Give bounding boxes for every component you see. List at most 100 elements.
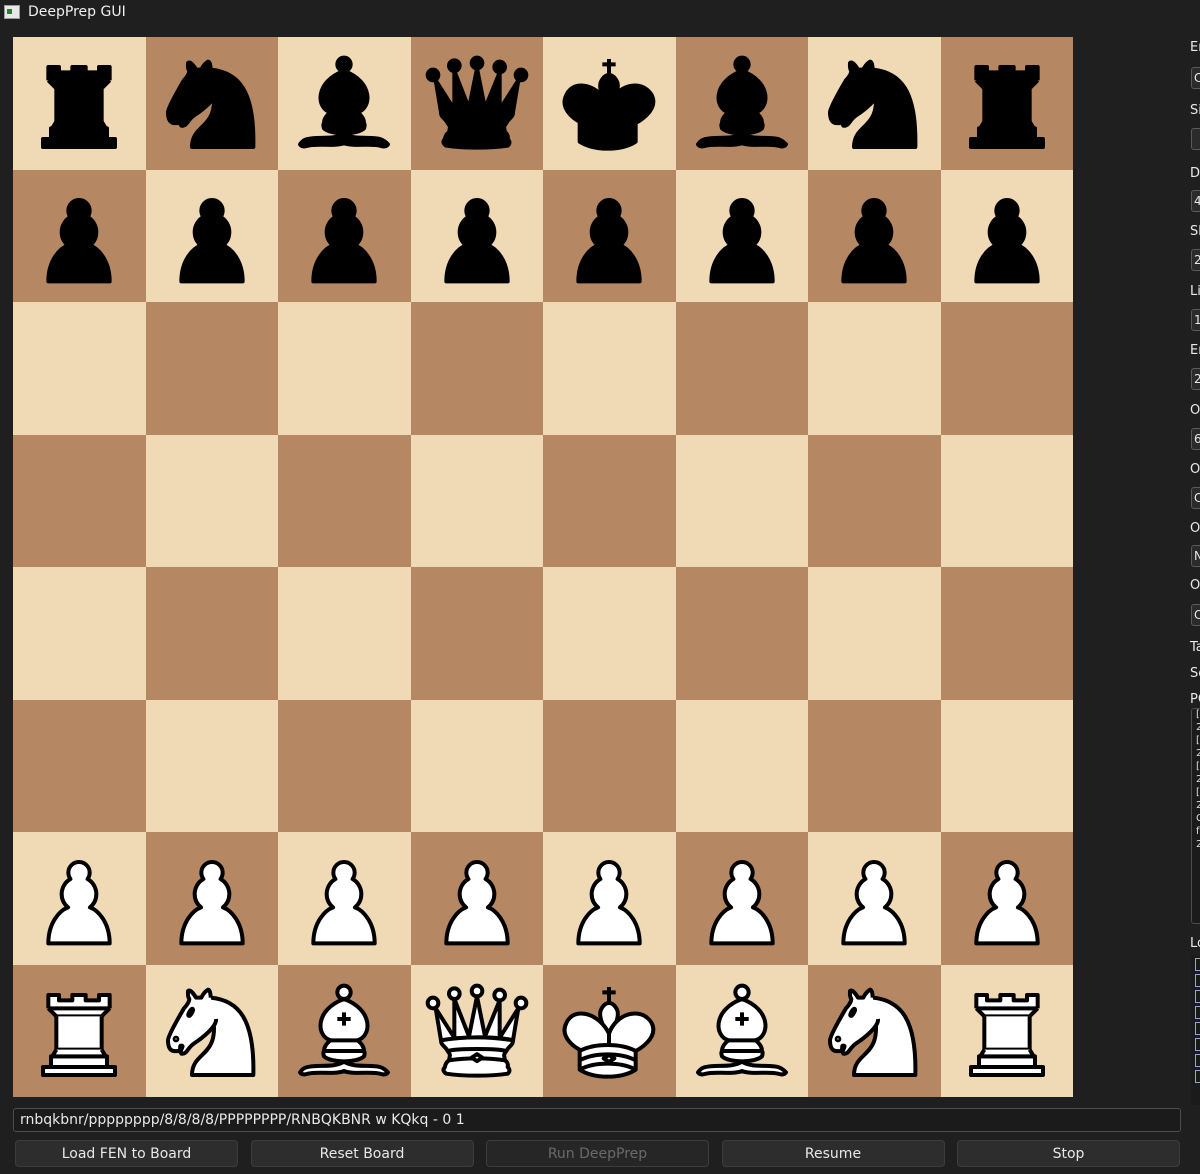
side-setting-field[interactable]: 2	[1191, 368, 1200, 390]
square-b2[interactable]: .d{}	[145, 832, 278, 965]
square-c4[interactable]	[278, 567, 411, 700]
square-b6[interactable]	[145, 302, 278, 435]
square-g7[interactable]: .d{}	[808, 169, 941, 302]
square-a4[interactable]	[13, 567, 146, 700]
square-g3[interactable]	[808, 699, 941, 832]
square-e5[interactable]	[543, 434, 676, 567]
fen-input[interactable]	[13, 1108, 1181, 1132]
square-c6[interactable]	[278, 302, 411, 435]
square-g4[interactable]	[808, 567, 941, 700]
white-rook-icon[interactable]: .d{}	[947, 971, 1067, 1091]
square-h2[interactable]: .d{}	[940, 832, 1073, 965]
square-f6[interactable]	[675, 302, 808, 435]
black-pawn-icon[interactable]: .d{}	[549, 176, 669, 296]
square-h4[interactable]	[940, 567, 1073, 700]
black-knight-icon[interactable]: .d{}	[152, 43, 272, 163]
square-a1[interactable]: .d{}	[13, 964, 146, 1097]
black-pawn-icon[interactable]: .d{}	[947, 176, 1067, 296]
square-c3[interactable]	[278, 699, 411, 832]
side-setting-field[interactable]: N	[1191, 545, 1200, 567]
square-a6[interactable]	[13, 302, 146, 435]
side-setting-field[interactable]: C	[1191, 604, 1200, 626]
square-c8[interactable]: .d{}	[278, 37, 411, 170]
square-g6[interactable]	[808, 302, 941, 435]
square-h7[interactable]: .d{}	[940, 169, 1073, 302]
square-d8[interactable]: .d{}	[410, 37, 543, 170]
side-setting-field[interactable]: 2	[1191, 249, 1200, 271]
square-c1[interactable]: .d{}	[278, 964, 411, 1097]
white-knight-icon[interactable]: .d{}	[152, 971, 272, 1091]
square-b3[interactable]	[145, 699, 278, 832]
square-f8[interactable]: .d{}	[675, 37, 808, 170]
black-bishop-icon[interactable]: .d{}	[284, 43, 404, 163]
square-d3[interactable]	[410, 699, 543, 832]
black-queen-icon[interactable]: .d{}	[417, 43, 537, 163]
square-a2[interactable]: .d{}	[13, 832, 146, 965]
black-pawn-icon[interactable]: .d{}	[152, 176, 272, 296]
square-e4[interactable]	[543, 567, 676, 700]
square-b5[interactable]	[145, 434, 278, 567]
white-bishop-icon[interactable]: .d{}	[284, 971, 404, 1091]
white-pawn-icon[interactable]: .d{}	[947, 838, 1067, 958]
white-pawn-icon[interactable]: .d{}	[284, 838, 404, 958]
square-e6[interactable]	[543, 302, 676, 435]
black-pawn-icon[interactable]: .d{}	[814, 176, 934, 296]
square-c2[interactable]: .d{}	[278, 832, 411, 965]
square-b8[interactable]: .d{}	[145, 37, 278, 170]
chess-board[interactable]: .d{}.d{}.d{}.d{}.d{}.d{}.d{}.d{}.d{}.d{}…	[13, 37, 1073, 1097]
square-f5[interactable]	[675, 434, 808, 567]
black-rook-icon[interactable]: .d{}	[947, 43, 1067, 163]
load-fen-button[interactable]: Load FEN to Board	[15, 1140, 238, 1167]
log-area[interactable]	[1191, 955, 1200, 1105]
black-rook-icon[interactable]: .d{}	[19, 43, 139, 163]
square-h3[interactable]	[940, 699, 1073, 832]
square-h1[interactable]: .d{}	[940, 964, 1073, 1097]
square-c5[interactable]	[278, 434, 411, 567]
reset-board-button[interactable]: Reset Board	[250, 1140, 474, 1167]
white-knight-icon[interactable]: .d{}	[814, 971, 934, 1091]
pgn-text-area[interactable]: [2[2[2[2Cf2	[1191, 708, 1200, 924]
square-e8[interactable]: .d{}	[543, 37, 676, 170]
white-pawn-icon[interactable]: .d{}	[152, 838, 272, 958]
white-pawn-icon[interactable]: .d{}	[19, 838, 139, 958]
square-h8[interactable]: .d{}	[940, 37, 1073, 170]
stop-button[interactable]: Stop	[957, 1140, 1180, 1167]
white-king-icon[interactable]: .d{}	[549, 971, 669, 1091]
white-pawn-icon[interactable]: .d{}	[417, 838, 537, 958]
black-king-icon[interactable]: .d{}	[549, 43, 669, 163]
white-pawn-icon[interactable]: .d{}	[682, 838, 802, 958]
square-b4[interactable]	[145, 567, 278, 700]
square-d1[interactable]: .d{}	[410, 964, 543, 1097]
square-f4[interactable]	[675, 567, 808, 700]
square-g8[interactable]: .d{}	[808, 37, 941, 170]
black-knight-icon[interactable]: .d{}	[814, 43, 934, 163]
resume-button[interactable]: Resume	[721, 1140, 945, 1167]
white-rook-icon[interactable]: .d{}	[19, 971, 139, 1091]
square-e1[interactable]: .d{}	[543, 964, 676, 1097]
square-h5[interactable]	[940, 434, 1073, 567]
square-f3[interactable]	[675, 699, 808, 832]
square-d2[interactable]: .d{}	[410, 832, 543, 965]
run-deepprep-button[interactable]: Run DeepPrep	[486, 1140, 709, 1167]
black-pawn-icon[interactable]: .d{}	[19, 176, 139, 296]
square-f2[interactable]: .d{}	[675, 832, 808, 965]
square-d5[interactable]	[410, 434, 543, 567]
side-setting-field[interactable]	[1191, 128, 1200, 150]
square-d7[interactable]: .d{}	[410, 169, 543, 302]
black-pawn-icon[interactable]: .d{}	[284, 176, 404, 296]
side-setting-field[interactable]: 6	[1191, 428, 1200, 450]
side-setting-field[interactable]: C	[1191, 67, 1200, 89]
black-pawn-icon[interactable]: .d{}	[682, 176, 802, 296]
white-bishop-icon[interactable]: .d{}	[682, 971, 802, 1091]
white-queen-icon[interactable]: .d{}	[417, 971, 537, 1091]
square-d4[interactable]	[410, 567, 543, 700]
black-bishop-icon[interactable]: .d{}	[682, 43, 802, 163]
square-a5[interactable]	[13, 434, 146, 567]
square-a7[interactable]: .d{}	[13, 169, 146, 302]
square-e3[interactable]	[543, 699, 676, 832]
square-f7[interactable]: .d{}	[675, 169, 808, 302]
square-b1[interactable]: .d{}	[145, 964, 278, 1097]
side-setting-field[interactable]: 4	[1191, 190, 1200, 212]
square-g1[interactable]: .d{}	[808, 964, 941, 1097]
square-g5[interactable]	[808, 434, 941, 567]
